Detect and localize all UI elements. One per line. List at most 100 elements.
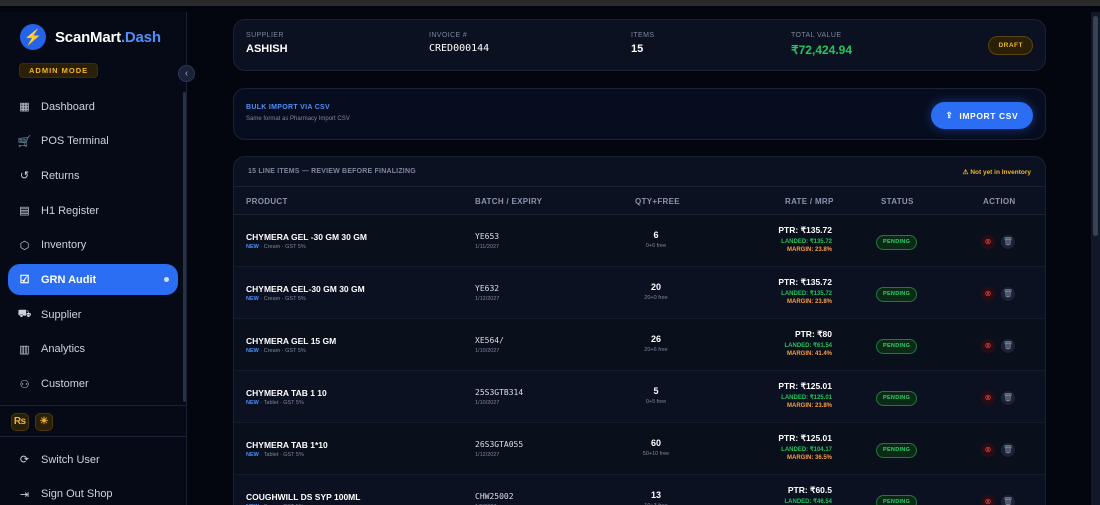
reject-icon[interactable]: ⊗ xyxy=(981,339,995,353)
table-row[interactable]: CHYMERA TAB 1 10 NEW · Tablet · GST 5% 25S… xyxy=(234,371,1045,423)
bulk-import-card: BULK IMPORT VIA CSV Same format as Pharm… xyxy=(233,88,1046,140)
reject-icon[interactable]: ⊗ xyxy=(981,391,995,405)
ptr-value: PTR: ₹135.72 xyxy=(778,277,832,287)
total-label: TOTAL VALUE xyxy=(791,32,842,39)
sidebar-item-h1-register[interactable]: ▤ H1 Register xyxy=(8,195,178,226)
invoice-field: INVOICE # CRED000144 xyxy=(429,32,489,54)
sidebar-item-pos-terminal[interactable]: 🛒 POS Terminal xyxy=(8,126,178,157)
margin-value: MARGIN: 23.8% xyxy=(786,299,832,305)
table-row[interactable]: COUGHWILL DS SYP 100MLNEW · Syrup · GST … xyxy=(234,475,1045,505)
page-scrollbar[interactable] xyxy=(1091,12,1100,505)
trash-icon[interactable]: 🗑 xyxy=(1001,443,1015,457)
ptr-value: PTR: ₹125.01 xyxy=(778,381,832,391)
register-icon: ▤ xyxy=(19,205,30,218)
sign-out-icon: ⇥ xyxy=(19,488,30,501)
trash-icon[interactable]: 🗑 xyxy=(1001,495,1015,505)
truck-icon: ⛟ xyxy=(17,307,32,320)
sidebar-item-dashboard[interactable]: ▦ Dashboard xyxy=(8,91,178,122)
product-name: CHYMERA TAB 1*10 xyxy=(246,440,328,450)
sidebar-item-returns[interactable]: ↺ Returns xyxy=(8,160,178,191)
sidebar-item-label: Analytics xyxy=(41,343,86,356)
sidebar-item-analytics[interactable]: ▥ Analytics xyxy=(8,334,178,365)
quantity-free: 0+6 free xyxy=(645,243,667,249)
status-badge: PENDING xyxy=(876,443,918,458)
supplier-field: SUPPLIER ASHISH xyxy=(246,32,288,55)
expiry-date: 1/10/2027 xyxy=(475,348,500,354)
status-badge: PENDING xyxy=(876,495,918,505)
product-category: · Cream · GST 5% xyxy=(258,244,306,250)
rate-block: PTR: ₹135.72 LANDED: ₹135.72 MARGIN: 23.8% xyxy=(778,225,832,253)
main-content: SUPPLIER ASHISH INVOICE # CRED000144 ITE… xyxy=(187,12,1087,505)
sidebar-item-customer[interactable]: ⚇ Customer xyxy=(8,369,178,400)
inventory-warning: ⚠ Not yet in Inventory xyxy=(963,168,1031,176)
switch-user-icon: ⟳ xyxy=(19,454,30,466)
batch-number: CHW25002 xyxy=(475,492,514,501)
batch-number: YE632 xyxy=(475,284,500,293)
chevron-left-icon[interactable]: ‹ xyxy=(178,65,195,82)
table-row[interactable]: CHYMERA GEL-30 GM 30 GM NEW · Cream · GST… xyxy=(234,267,1045,319)
sidebar-item-inventory[interactable]: ⬡ Inventory xyxy=(8,230,178,261)
sidebar-scrollbar[interactable] xyxy=(183,92,186,402)
reject-icon[interactable]: ⊗ xyxy=(981,287,995,301)
batch-number: 26S3GTA055 xyxy=(475,440,524,449)
expiry-date: 1/12/2027 xyxy=(475,296,500,302)
col-batch-expiry: BATCH / EXPIRY xyxy=(475,197,543,206)
trash-icon[interactable]: 🗑 xyxy=(1001,287,1015,301)
reject-icon[interactable]: ⊗ xyxy=(981,443,995,457)
app-window: ⚡ ScanMart.Dash ADMIN MODE ‹ ▦ Dashboard 🛒… xyxy=(0,0,1100,505)
table-row[interactable]: CHYMERA GEL -30 GM 30 GM NEW · Cream · GS… xyxy=(234,215,1045,267)
table-title: 15 LINE ITEMS — REVIEW BEFORE FINALIZING xyxy=(248,168,416,175)
sidebar-item-switch-user[interactable]: ⟳ Switch User xyxy=(8,444,178,475)
quantity: 13 xyxy=(650,490,661,500)
col-product: PRODUCT xyxy=(246,197,288,206)
supplier-value: ASHISH xyxy=(246,43,288,55)
import-title: BULK IMPORT VIA CSV xyxy=(246,104,330,111)
margin-value: MARGIN: 23.8% xyxy=(786,403,832,409)
sun-icon[interactable]: ☀ xyxy=(35,413,53,431)
total-value: ₹72,424.94 xyxy=(791,43,853,57)
import-subtitle: Same format as Pharmacy Import CSV xyxy=(246,116,350,122)
items-label: ITEMS xyxy=(631,32,655,39)
draft-status-badge: DRAFT xyxy=(988,36,1033,55)
reject-icon[interactable]: ⊗ xyxy=(981,495,995,505)
margin-value: MARGIN: 41.4% xyxy=(786,351,832,357)
status-badge: PENDING xyxy=(876,235,918,250)
bolt-icon: ⚡ xyxy=(20,24,46,50)
sidebar-item-label: Customer xyxy=(41,378,89,390)
rate-block: PTR: ₹80 LANDED: ₹61.54 MARGIN: 41.4% xyxy=(785,329,833,357)
expiry-date: 1/10/2027 xyxy=(475,400,500,406)
table-row[interactable]: CHYMERA TAB 1*10 NEW · Tablet · GST 5% 26S… xyxy=(234,423,1045,475)
sidebar-item-label: H1 Register xyxy=(41,204,100,217)
status-badge: PENDING xyxy=(876,339,918,354)
trash-icon[interactable]: 🗑 xyxy=(1001,339,1015,353)
trash-icon[interactable]: 🗑 xyxy=(1001,235,1015,249)
reject-icon[interactable]: ⊗ xyxy=(981,235,995,249)
sidebar-item-supplier[interactable]: ⛟ Supplier xyxy=(8,299,178,330)
product-name: CHYMERA GEL -30 GM 30 GM xyxy=(246,232,367,242)
quantity-free: 0+5 free xyxy=(645,399,667,405)
product-category: · Cream · GST 5% xyxy=(258,296,306,302)
trash-icon[interactable]: 🗑 xyxy=(1001,391,1015,405)
product-category: · Tablet · GST 5% xyxy=(258,400,304,406)
rate-block: PTR: ₹125.01 LANDED: ₹125.01 MARGIN: 23.8% xyxy=(778,381,832,409)
logo[interactable]: ⚡ ScanMart.Dash xyxy=(20,24,161,50)
scrollbar-thumb[interactable] xyxy=(1093,16,1098,236)
supplier-label: SUPPLIER xyxy=(246,32,284,39)
invoice-summary-card: SUPPLIER ASHISH INVOICE # CRED000144 ITE… xyxy=(233,19,1046,71)
rupee-icon[interactable]: ₨ xyxy=(11,413,29,431)
sidebar-bottom-nav: ⟳ Switch User ⇥ Sign Out Shop xyxy=(8,444,178,505)
sidebar-nav: ▦ Dashboard 🛒 POS Terminal ↺ Returns ▤ H1 Regis… xyxy=(8,91,178,403)
expiry-date: 1/11/2027 xyxy=(475,244,500,250)
sidebar-item-sign-out-shop[interactable]: ⇥ Sign Out Shop xyxy=(8,479,178,505)
new-tag: NEW xyxy=(246,244,259,250)
sidebar-item-grn-audit[interactable]: ☑ GRN Audit xyxy=(8,264,178,296)
rate-block: PTR: ₹125.01 LANDED: ₹104.17 MARGIN: 36.5% xyxy=(778,433,832,461)
sidebar-item-label: Supplier xyxy=(41,308,82,321)
table-row[interactable]: CHYMERA GEL 15 GM NEW · Cream · GST 5% XE5… xyxy=(234,319,1045,371)
cart-icon: 🛒 xyxy=(17,135,32,148)
ptr-value: PTR: ₹80 xyxy=(794,329,832,339)
landed-value: LANDED: ₹125.01 xyxy=(781,395,832,401)
import-csv-button[interactable]: ⇪ IMPORT CSV xyxy=(931,102,1033,129)
app-name: ScanMart.Dash xyxy=(55,28,161,46)
quantity-free: 50+10 free xyxy=(642,451,670,457)
